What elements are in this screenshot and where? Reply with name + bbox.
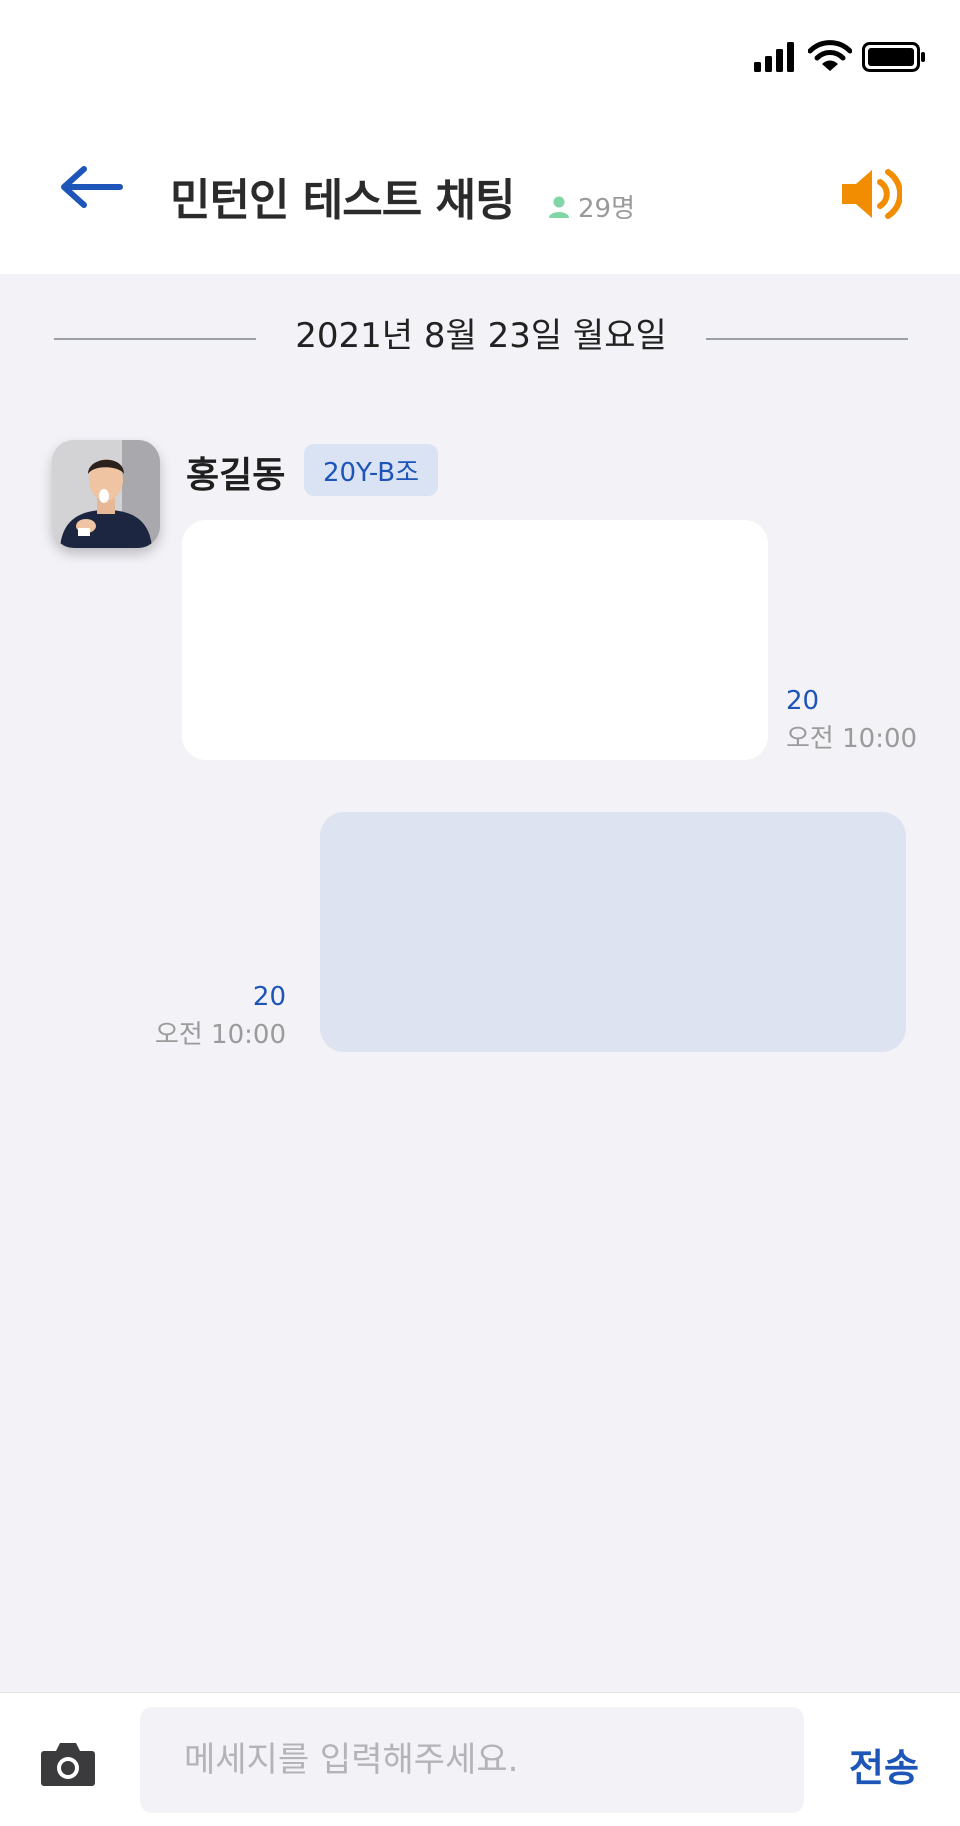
speaker-icon[interactable] [838,166,902,222]
incoming-message-meta: 20 오전 10:00 [786,682,917,758]
wifi-icon [808,40,852,71]
chat-room-title: 민턴인 테스트 채팅 [170,175,515,226]
back-arrow-icon[interactable] [56,162,126,212]
chat-header: 민턴인 테스트 채팅 29명 [0,110,960,274]
member-count-label: 29명 [578,194,636,224]
chat-message-area[interactable]: 2021년 8월 23일 월요일 홍길동 20Y-B조 20 오전 10:00 … [0,274,960,1692]
member-count: 29명 [548,188,635,225]
outgoing-message-bubble[interactable] [320,812,906,1052]
message-time: 오전 10:00 [154,1020,286,1050]
unread-count: 20 [252,982,286,1012]
battery-icon [862,42,925,72]
divider-line [54,338,256,340]
message-time: 오전 10:00 [786,724,918,754]
cellular-signal-icon [754,42,794,72]
send-button[interactable]: 전송 [834,1737,934,1790]
date-label: 2021년 8월 23일 월요일 [295,316,667,356]
outgoing-message-meta: 20 오전 10:00 [155,978,286,1054]
sender-avatar[interactable] [52,440,160,548]
message-input[interactable] [140,1707,804,1813]
avatar-photo [52,440,160,548]
status-bar [0,0,960,110]
message-input-bar: 전송 [0,1692,960,1826]
camera-icon[interactable] [40,1739,96,1787]
divider-line [706,338,908,340]
incoming-message-bubble[interactable] [182,520,768,760]
unread-count: 20 [786,686,820,716]
person-icon [549,196,569,218]
sender-name: 홍길동 [186,455,286,496]
group-badge: 20Y-B조 [304,444,438,496]
date-divider: 2021년 8월 23일 월요일 [54,308,908,358]
